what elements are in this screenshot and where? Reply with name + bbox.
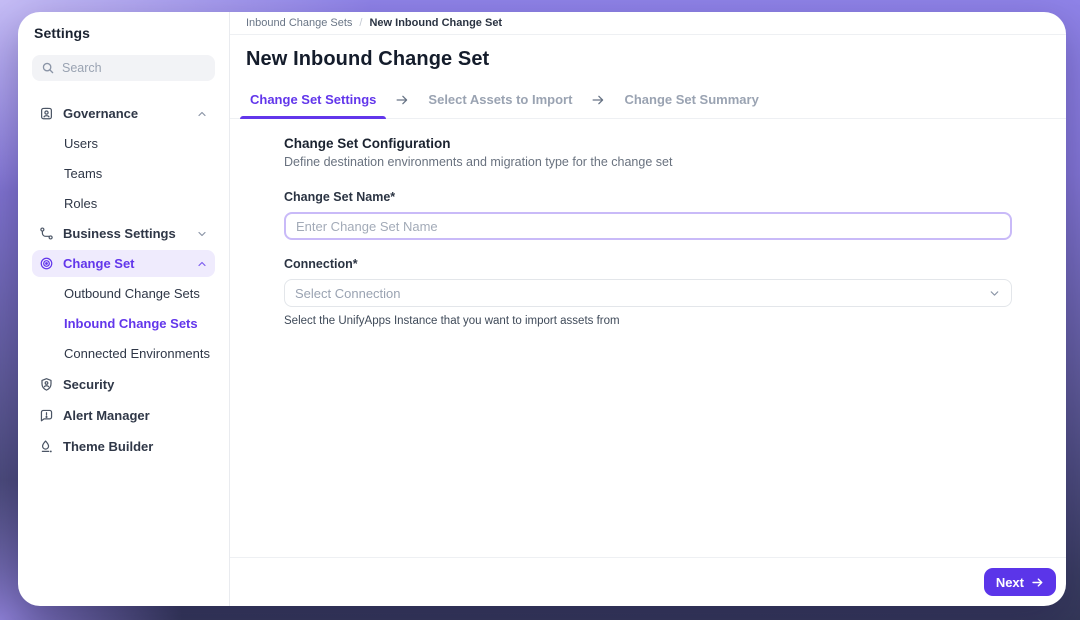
sidebar-nav: Governance Users Teams Roles Business Se… bbox=[32, 100, 215, 463]
breadcrumb-parent[interactable]: Inbound Change Sets bbox=[246, 17, 352, 29]
chevron-down-icon bbox=[196, 228, 208, 240]
arrow-right-icon bbox=[395, 93, 409, 107]
search-icon bbox=[41, 61, 55, 75]
alert-message-icon bbox=[39, 408, 54, 423]
sidebar-item-users[interactable]: Users bbox=[32, 130, 215, 157]
sidebar-item-label: Governance bbox=[63, 106, 138, 121]
sidebar-item-business-settings[interactable]: Business Settings bbox=[32, 220, 215, 247]
chevron-down-icon bbox=[988, 287, 1001, 300]
sidebar-item-security[interactable]: Security bbox=[32, 371, 215, 398]
sidebar-item-label: Alert Manager bbox=[63, 408, 150, 423]
sidebar-item-label: Outbound Change Sets bbox=[64, 286, 200, 301]
tab-select-assets-to-import[interactable]: Select Assets to Import bbox=[424, 90, 576, 118]
sidebar-item-teams[interactable]: Teams bbox=[32, 160, 215, 187]
connection-helper-text: Select the UnifyApps Instance that you w… bbox=[284, 315, 1012, 327]
breadcrumb-separator: / bbox=[359, 17, 362, 29]
sidebar-item-label: Inbound Change Sets bbox=[64, 316, 198, 331]
next-button[interactable]: Next bbox=[984, 568, 1056, 596]
sidebar-item-label: Business Settings bbox=[63, 226, 176, 241]
change-set-name-label: Change Set Name* bbox=[284, 190, 1012, 204]
section-subtitle: Define destination environments and migr… bbox=[284, 155, 1012, 169]
sidebar-item-label: Roles bbox=[64, 196, 97, 211]
sidebar-title: Settings bbox=[34, 25, 213, 41]
tab-change-set-summary[interactable]: Change Set Summary bbox=[620, 90, 762, 118]
stepper: Change Set Settings Select Assets to Imp… bbox=[230, 90, 1066, 119]
wizard-footer: Next bbox=[230, 557, 1066, 606]
connection-label: Connection* bbox=[284, 257, 1012, 271]
arrow-right-icon bbox=[1031, 576, 1044, 589]
breadcrumb-current: New Inbound Change Set bbox=[369, 17, 502, 29]
settings-window: Settings Governance Users bbox=[18, 12, 1066, 606]
sidebar-item-outbound-change-sets[interactable]: Outbound Change Sets bbox=[32, 280, 215, 307]
sidebar-item-label: Security bbox=[63, 377, 114, 392]
chevron-up-icon bbox=[196, 258, 208, 270]
sidebar-item-label: Theme Builder bbox=[63, 439, 153, 454]
route-icon bbox=[39, 226, 54, 241]
sidebar-item-change-set[interactable]: Change Set bbox=[32, 250, 215, 277]
change-set-name-input[interactable] bbox=[284, 212, 1012, 240]
sidebar-item-connected-environments[interactable]: Connected Environments bbox=[32, 340, 215, 367]
sidebar-item-roles[interactable]: Roles bbox=[32, 190, 215, 217]
sidebar-item-label: Users bbox=[64, 136, 98, 151]
paint-droplet-icon bbox=[39, 439, 54, 454]
id-badge-icon bbox=[39, 106, 54, 121]
sidebar-item-theme-builder[interactable]: Theme Builder bbox=[32, 433, 215, 460]
sidebar-item-inbound-change-sets[interactable]: Inbound Change Sets bbox=[32, 310, 215, 337]
sidebar-item-label: Change Set bbox=[63, 256, 135, 271]
connection-select-placeholder: Select Connection bbox=[295, 286, 401, 301]
next-button-label: Next bbox=[996, 575, 1024, 590]
section-title: Change Set Configuration bbox=[284, 136, 1012, 151]
connection-select[interactable]: Select Connection bbox=[284, 279, 1012, 307]
page-title: New Inbound Change Set bbox=[246, 48, 1050, 71]
main-panel: Inbound Change Sets / New Inbound Change… bbox=[230, 12, 1066, 606]
chevron-up-icon bbox=[196, 108, 208, 120]
shield-icon bbox=[39, 377, 54, 392]
sidebar-item-governance[interactable]: Governance bbox=[32, 100, 215, 127]
breadcrumb: Inbound Change Sets / New Inbound Change… bbox=[230, 12, 1066, 35]
sidebar-item-label: Teams bbox=[64, 166, 102, 181]
page-content: New Inbound Change Set Change Set Settin… bbox=[230, 35, 1066, 557]
desktop-background: Settings Governance Users bbox=[0, 0, 1080, 620]
target-icon bbox=[39, 256, 54, 271]
sidebar-item-label: Connected Environments bbox=[64, 346, 210, 361]
change-set-form: Change Set Configuration Define destinat… bbox=[284, 136, 1012, 327]
sidebar-item-alert-manager[interactable]: Alert Manager bbox=[32, 402, 215, 429]
arrow-right-icon bbox=[591, 93, 605, 107]
sidebar: Settings Governance Users bbox=[18, 12, 230, 606]
search-input[interactable] bbox=[32, 55, 215, 81]
tab-change-set-settings[interactable]: Change Set Settings bbox=[246, 90, 380, 118]
search-field[interactable] bbox=[62, 61, 206, 75]
